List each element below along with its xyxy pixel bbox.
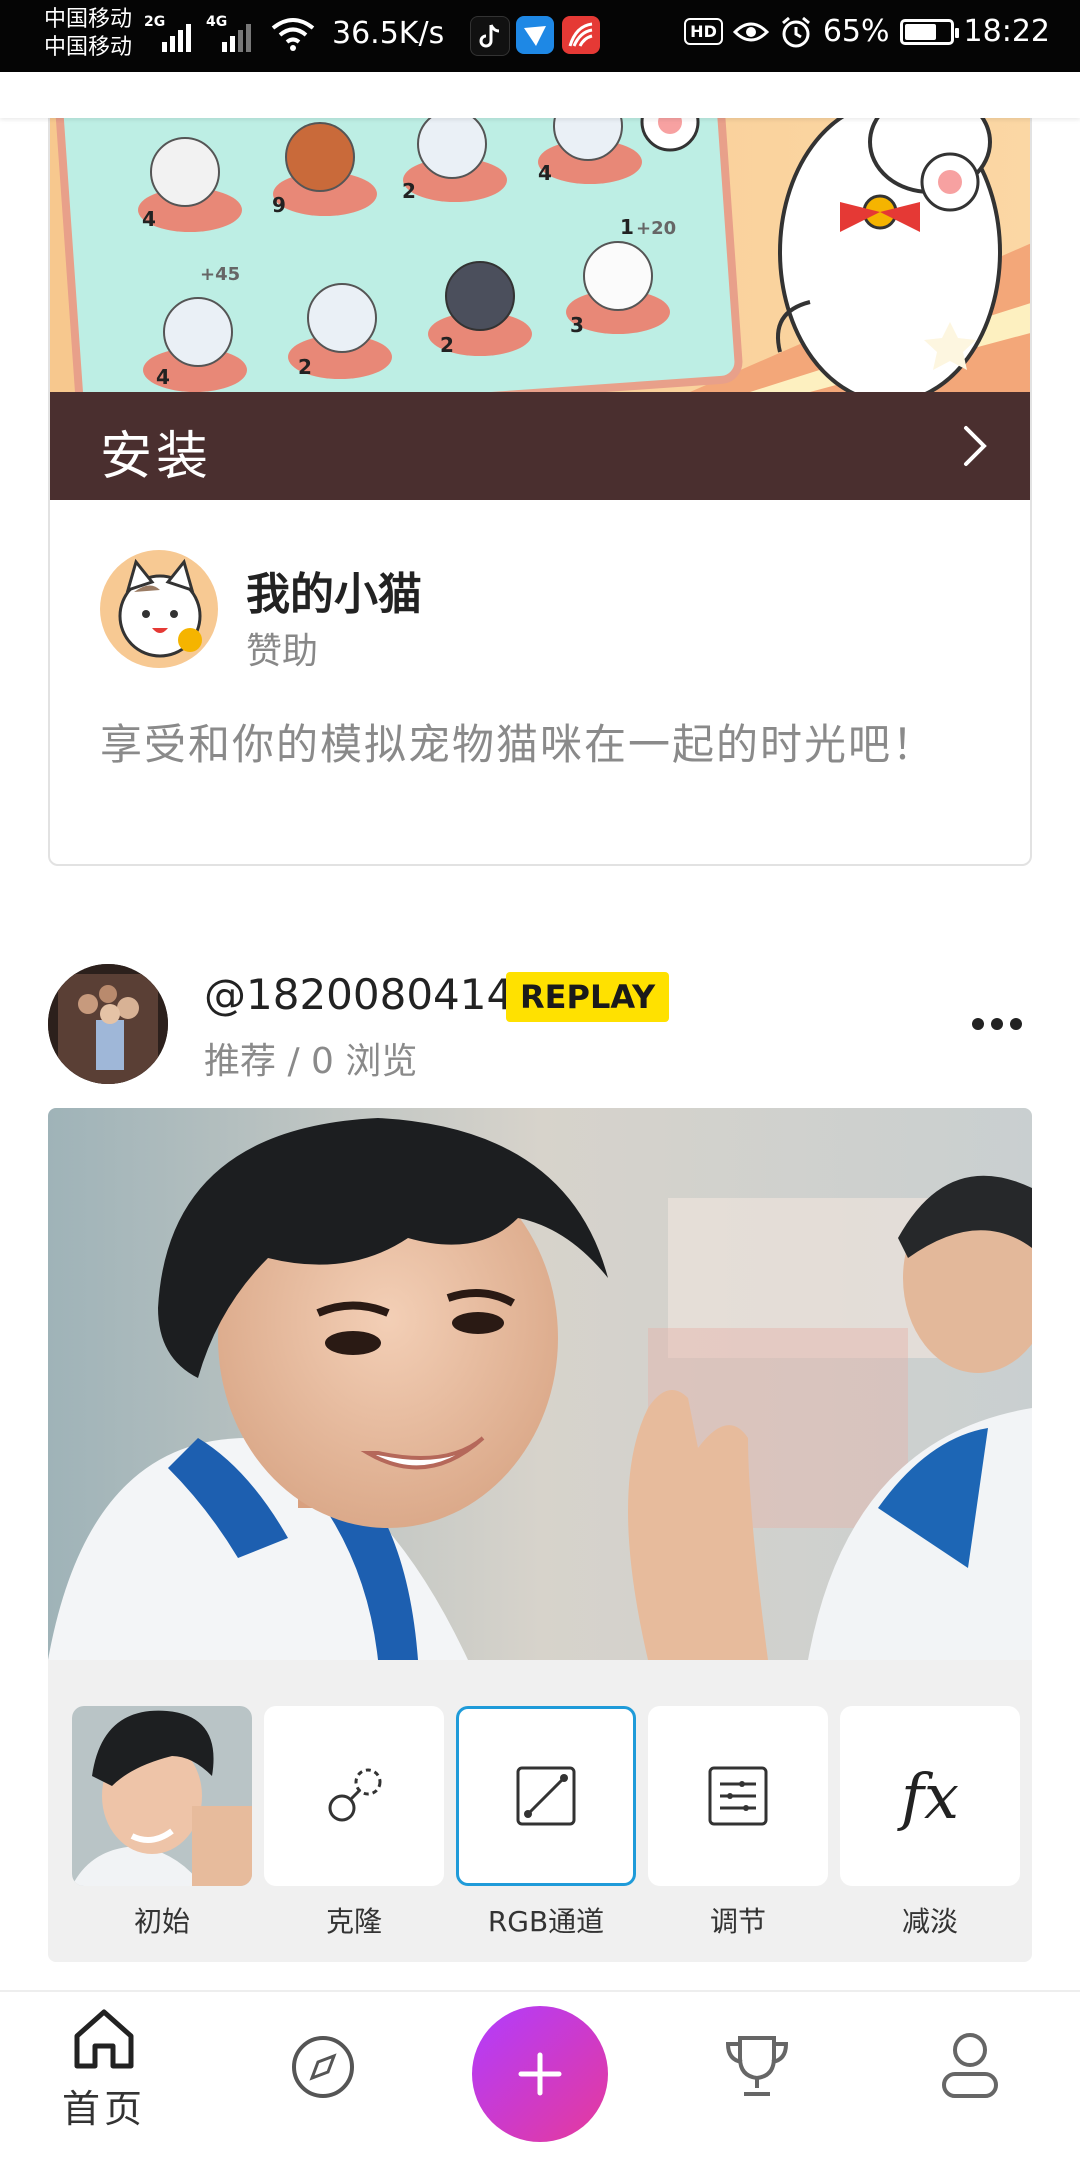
rgb-curve-icon (516, 1766, 576, 1826)
replay-badge: REPLAY (506, 972, 670, 1022)
install-button[interactable]: 安装 (50, 392, 1030, 500)
bonus-label: +45 (200, 264, 240, 285)
tool-adjust-box[interactable] (648, 1706, 828, 1886)
clone-icon (328, 1768, 382, 1822)
tool-original-thumbnail[interactable] (72, 1706, 252, 1886)
carrier-2: 中国移动 (44, 35, 133, 60)
photo-thumbnail-icon (72, 1706, 252, 1886)
tool-rgb-channel-box-selected[interactable] (456, 1706, 636, 1886)
tool-label: 克隆 (325, 1905, 382, 1938)
tool-dodge-box[interactable]: fx (840, 1706, 1020, 1886)
compass-icon (292, 2036, 354, 2098)
app-header-strip (0, 72, 1080, 118)
ad-banner-image[interactable]: 4 9 2 4 4 2 2 3 1 +45 +20 (50, 102, 1032, 392)
tool-clone[interactable]: 克隆 (264, 1706, 444, 1940)
create-post-button[interactable] (472, 2006, 608, 2142)
tile-number: 1 (620, 215, 634, 239)
bonus-label: +20 (636, 218, 676, 239)
tool-clone-box[interactable] (264, 1706, 444, 1886)
tile-number: 2 (440, 333, 454, 357)
sponsored-ad-card[interactable]: 4 9 2 4 4 2 2 3 1 +45 +20 安装 我的小猫 赞助 享受和… (48, 100, 1032, 866)
tool-label: 初始 (133, 1905, 190, 1938)
tool-rgb-channel[interactable]: RGB通道 (456, 1706, 636, 1940)
tile-number: 2 (402, 179, 416, 203)
tile-number: 4 (156, 365, 170, 389)
chevron-right-icon (964, 426, 987, 466)
signal-icon-2 (222, 18, 251, 52)
tool-label: RGB通道 (487, 1905, 605, 1938)
carrier-1: 中国移动 (44, 7, 133, 32)
home-icon (74, 2009, 134, 2069)
hd-badge: HD (684, 18, 723, 45)
ad-app-avatar[interactable] (100, 550, 218, 668)
eye-comfort-icon (732, 22, 769, 41)
ad-app-name[interactable]: 我的小猫 (246, 558, 422, 622)
network-speed: 36.5K/s (332, 16, 445, 51)
news-app-icon (562, 16, 600, 54)
tool-adjust[interactable]: 调节 (648, 1706, 828, 1940)
profile-icon (942, 2033, 998, 2098)
status-bar: 中国移动 中国移动 2G 4G 36.5K/s HD 65% 18:22 (0, 0, 1080, 72)
tool-label: 减淡 (901, 1905, 958, 1938)
nav-discover[interactable] (290, 2034, 356, 2104)
post-user-avatar[interactable] (48, 964, 168, 1084)
tiktok-icon (470, 16, 510, 56)
tile-number: 9 (272, 193, 286, 217)
sponsored-label: 赞助 (246, 631, 319, 672)
plus-icon (518, 2052, 562, 2096)
tile-number: 4 (538, 161, 552, 185)
battery-fill (904, 23, 936, 40)
post-meta: 推荐 / 0 浏览 (204, 1041, 418, 1082)
clock: 18:22 (963, 14, 1050, 49)
post-username[interactable]: @1820080414 (204, 970, 513, 1019)
wifi-icon (271, 18, 315, 51)
adjust-icon (708, 1766, 768, 1826)
battery-percent: 65% (822, 14, 890, 49)
carrier-names: 中国移动 中国移动 (44, 6, 132, 62)
tool-dodge[interactable]: fx 减淡 (840, 1706, 1020, 1940)
more-options-icon[interactable] (970, 1014, 1024, 1034)
tool-original[interactable]: 初始 (72, 1706, 252, 1940)
nav-home[interactable]: 首页 (62, 2006, 146, 2133)
alarm-icon (781, 16, 810, 47)
messenger-app-icon (516, 16, 554, 54)
nav-home-label: 首页 (62, 2087, 147, 2131)
tool-label: 调节 (709, 1905, 766, 1938)
nav-profile[interactable] (940, 2030, 1000, 2104)
post-photo[interactable] (48, 1108, 1032, 1660)
tile-number: 4 (142, 207, 156, 231)
tile-number: 2 (298, 355, 312, 379)
battery-icon (899, 18, 959, 45)
install-label: 安装 (100, 427, 213, 487)
nav-ranking[interactable] (722, 2032, 792, 2102)
edit-tools-panel: 初始 克隆 RGB通道 调节 fx 减淡 (48, 1660, 1032, 1962)
signal-icon (162, 18, 191, 52)
fx-icon: fx (901, 1759, 959, 1833)
tile-number: 3 (570, 313, 584, 337)
ad-description: 享受和你的模拟宠物猫咪在一起的时光吧！ (100, 720, 937, 769)
trophy-icon (725, 2036, 789, 2096)
status-right: HD 65% 18:22 (684, 14, 1050, 49)
